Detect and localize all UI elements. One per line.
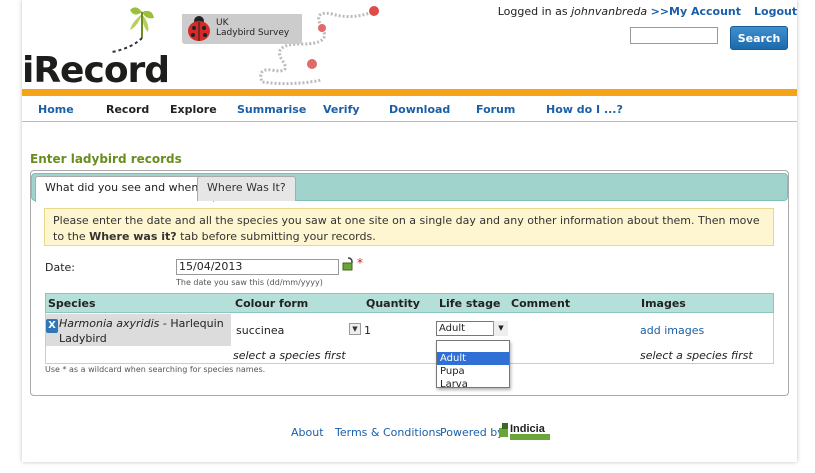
date-field[interactable]: 15/04/2013 — [176, 259, 339, 275]
info-text-bold: Where was it? — [89, 230, 177, 243]
page-title: Enter ladybird records — [30, 152, 182, 166]
footer-about-link[interactable]: About — [291, 426, 324, 439]
survey-line1: UK — [216, 18, 229, 28]
nav-explore[interactable]: Explore — [170, 103, 217, 116]
nav-forum[interactable]: Forum — [476, 103, 515, 116]
species-scientific-name: Harmonia axyridis — [59, 317, 160, 330]
info-text-2: tab before submitting your records. — [176, 230, 376, 243]
colour-form-dropdown-icon[interactable]: ▼ — [349, 323, 361, 335]
species-name: Harmonia axyridis - Harlequin Ladybird — [59, 316, 229, 346]
col-life-stage: Life stage — [439, 297, 501, 310]
remove-row-button[interactable]: X — [46, 319, 58, 333]
col-images: Images — [641, 297, 686, 310]
col-species: Species — [48, 297, 96, 310]
my-account-link[interactable]: >>My Account — [651, 5, 741, 18]
option-adult[interactable]: Adult — [437, 352, 509, 365]
indicia-wordmark: Indicia — [510, 423, 546, 435]
dragonfly-icon — [111, 7, 154, 53]
new-row-placeholder-images: select a species first — [640, 349, 753, 362]
instructions-box: Please enter the date and all the specie… — [44, 208, 774, 246]
colour-form-value[interactable]: succinea — [236, 324, 284, 337]
nav-accent-bar — [22, 89, 797, 96]
new-row-placeholder-colour: select a species first — [233, 349, 346, 362]
quantity-field[interactable]: 1 — [364, 324, 371, 337]
nav-record[interactable]: Record — [106, 103, 149, 116]
page-container: iRecord UK Ladybird Survey Logged in as … — [22, 0, 797, 462]
wildcard-hint: Use * as a wildcard when searching for s… — [45, 365, 266, 374]
add-images-link[interactable]: add images — [640, 324, 704, 337]
survey-line2: Ladybird Survey — [216, 28, 290, 38]
option-larva[interactable]: Larva — [437, 378, 509, 391]
logout-link[interactable]: Logout — [754, 5, 797, 18]
nav-verify[interactable]: Verify — [323, 103, 360, 116]
col-colour-form: Colour form — [235, 297, 309, 310]
life-stage-dropdown: Adult Pupa Larva — [436, 340, 510, 391]
date-hint: The date you saw this (dd/mm/yyyy) — [176, 278, 323, 287]
search-button[interactable]: Search — [730, 26, 788, 50]
col-quantity: Quantity — [366, 297, 420, 310]
username: johnvanbreda — [571, 5, 648, 18]
chevron-down-icon[interactable]: ▼ — [493, 321, 508, 336]
nav-summarise[interactable]: Summarise — [237, 103, 306, 116]
nav-how-do-i[interactable]: How do I ...? — [546, 103, 623, 116]
tab-what-when[interactable]: What did you see and when? — [35, 176, 215, 202]
powered-by-label: Powered by — [440, 426, 504, 439]
lock-icon[interactable] — [342, 257, 354, 271]
nav-download[interactable]: Download — [389, 103, 450, 116]
date-label: Date: — [45, 261, 75, 274]
footer-terms-link[interactable]: Terms & Conditions — [335, 426, 441, 439]
indicia-logo[interactable]: Indicia — [499, 420, 551, 442]
option-pupa[interactable]: Pupa — [437, 365, 509, 378]
login-status: Logged in as johnvanbreda >>My Account — [498, 5, 741, 18]
ladybird-icon — [188, 16, 210, 41]
required-marker: * — [357, 256, 363, 270]
nav-home[interactable]: Home — [38, 103, 74, 116]
col-comment: Comment — [511, 297, 571, 310]
logged-in-prefix: Logged in as — [497, 5, 572, 18]
irecord-logo[interactable]: iRecord — [22, 50, 170, 91]
tab-where[interactable]: Where Was It? — [197, 176, 296, 201]
main-nav: Home Record Explore Summarise Verify Dow… — [22, 96, 797, 122]
search-input[interactable] — [630, 27, 718, 44]
